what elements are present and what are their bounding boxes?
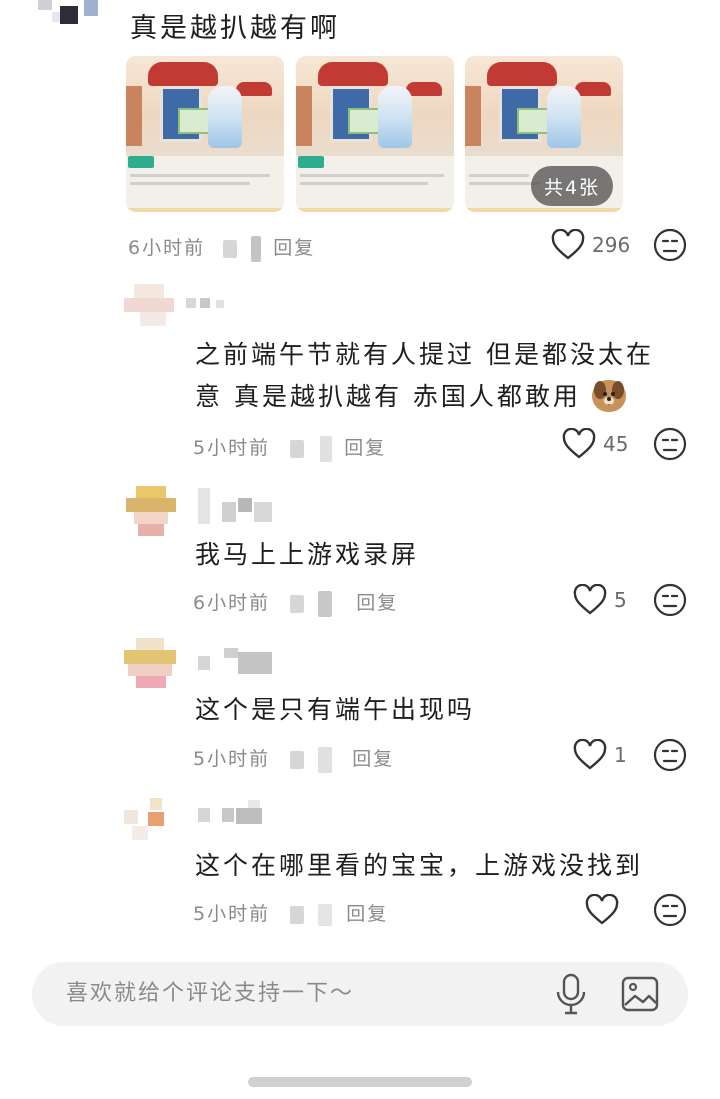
reply-button[interactable]: 回复	[356, 592, 398, 614]
reply-text: 之前端午节就有人提过 但是都没太在 意 真是越扒越有 赤国人都敢用	[195, 334, 654, 418]
avatar[interactable]	[124, 284, 174, 326]
heart-icon[interactable]	[550, 229, 586, 261]
reply-text-line: 之前端午节就有人提过 但是都没太在	[195, 340, 654, 369]
image-tag	[128, 156, 154, 168]
location-blur	[223, 239, 238, 258]
comment-time: 5小时前	[193, 437, 271, 459]
reply-button[interactable]: 回复	[346, 903, 388, 925]
like-count: 296	[592, 233, 631, 257]
dislike-face-icon[interactable]	[653, 738, 687, 772]
location-blur	[290, 905, 305, 924]
avatar[interactable]	[124, 638, 176, 688]
comment-input-bar[interactable]: 喜欢就给个评论支持一下～	[32, 962, 688, 1026]
heart-icon[interactable]	[584, 894, 620, 926]
comment-time: 5小时前	[193, 748, 271, 770]
location-blur	[318, 746, 333, 773]
username-blur	[198, 488, 278, 528]
top-comment-text: 真是越扒越有啊	[130, 13, 340, 44]
dog-emoji-icon	[591, 380, 626, 412]
comment-time: 5小时前	[193, 903, 271, 925]
comment-input-placeholder[interactable]: 喜欢就给个评论支持一下～	[66, 962, 354, 1026]
location-blur	[290, 594, 305, 613]
more-images-badge[interactable]: 共4张	[531, 166, 613, 206]
dislike-face-icon[interactable]	[653, 893, 687, 927]
location-blur	[320, 435, 333, 462]
like-count: 5	[614, 588, 627, 612]
username-blur	[186, 296, 226, 310]
reply-button[interactable]: 回复	[273, 237, 315, 259]
reply-button[interactable]: 回复	[352, 748, 394, 770]
image-caption	[130, 174, 278, 196]
comment-image-1[interactable]	[126, 56, 284, 212]
comment-meta: 6小时前 回复	[193, 588, 398, 617]
microphone-icon[interactable]	[554, 973, 588, 1015]
reply-text: 我马上上游戏录屏	[195, 540, 420, 569]
dislike-face-icon[interactable]	[653, 228, 687, 262]
comment-meta: 5小时前 回复	[193, 899, 388, 926]
avatar[interactable]	[124, 798, 176, 840]
comment-time: 6小时前	[128, 237, 206, 259]
location-blur	[318, 590, 333, 617]
heart-icon[interactable]	[572, 584, 608, 616]
location-blur	[251, 235, 262, 262]
username-blur	[198, 648, 278, 676]
comment-meta: 5小时前 回复	[193, 433, 386, 462]
reply-text-line: 意 真是越扒越有 赤国人都敢用	[195, 376, 654, 418]
dislike-face-icon[interactable]	[653, 583, 687, 617]
location-blur	[290, 750, 305, 769]
top-avatar[interactable]	[30, 0, 102, 24]
like-count: 45	[603, 432, 629, 456]
dislike-face-icon[interactable]	[653, 427, 687, 461]
reply-text: 这个是只有端午出现吗	[195, 695, 476, 724]
avatar[interactable]	[126, 486, 176, 536]
comment-meta: 5小时前 回复	[193, 744, 394, 773]
image-picker-icon[interactable]	[621, 975, 659, 1013]
heart-icon[interactable]	[561, 428, 597, 460]
comment-meta: 6小时前 回复	[128, 233, 315, 262]
reply-text: 这个在哪里看的宝宝，上游戏没找到	[195, 851, 644, 880]
home-indicator[interactable]	[248, 1077, 472, 1087]
location-blur	[318, 903, 333, 926]
heart-icon[interactable]	[572, 739, 608, 771]
reply-button[interactable]: 回复	[344, 437, 386, 459]
image-caption	[300, 174, 448, 196]
comment-time: 6小时前	[193, 592, 271, 614]
comment-image-2[interactable]	[296, 56, 454, 212]
image-tag	[298, 156, 324, 168]
username-blur	[198, 800, 270, 826]
location-blur	[290, 439, 305, 458]
like-count: 1	[614, 743, 627, 767]
